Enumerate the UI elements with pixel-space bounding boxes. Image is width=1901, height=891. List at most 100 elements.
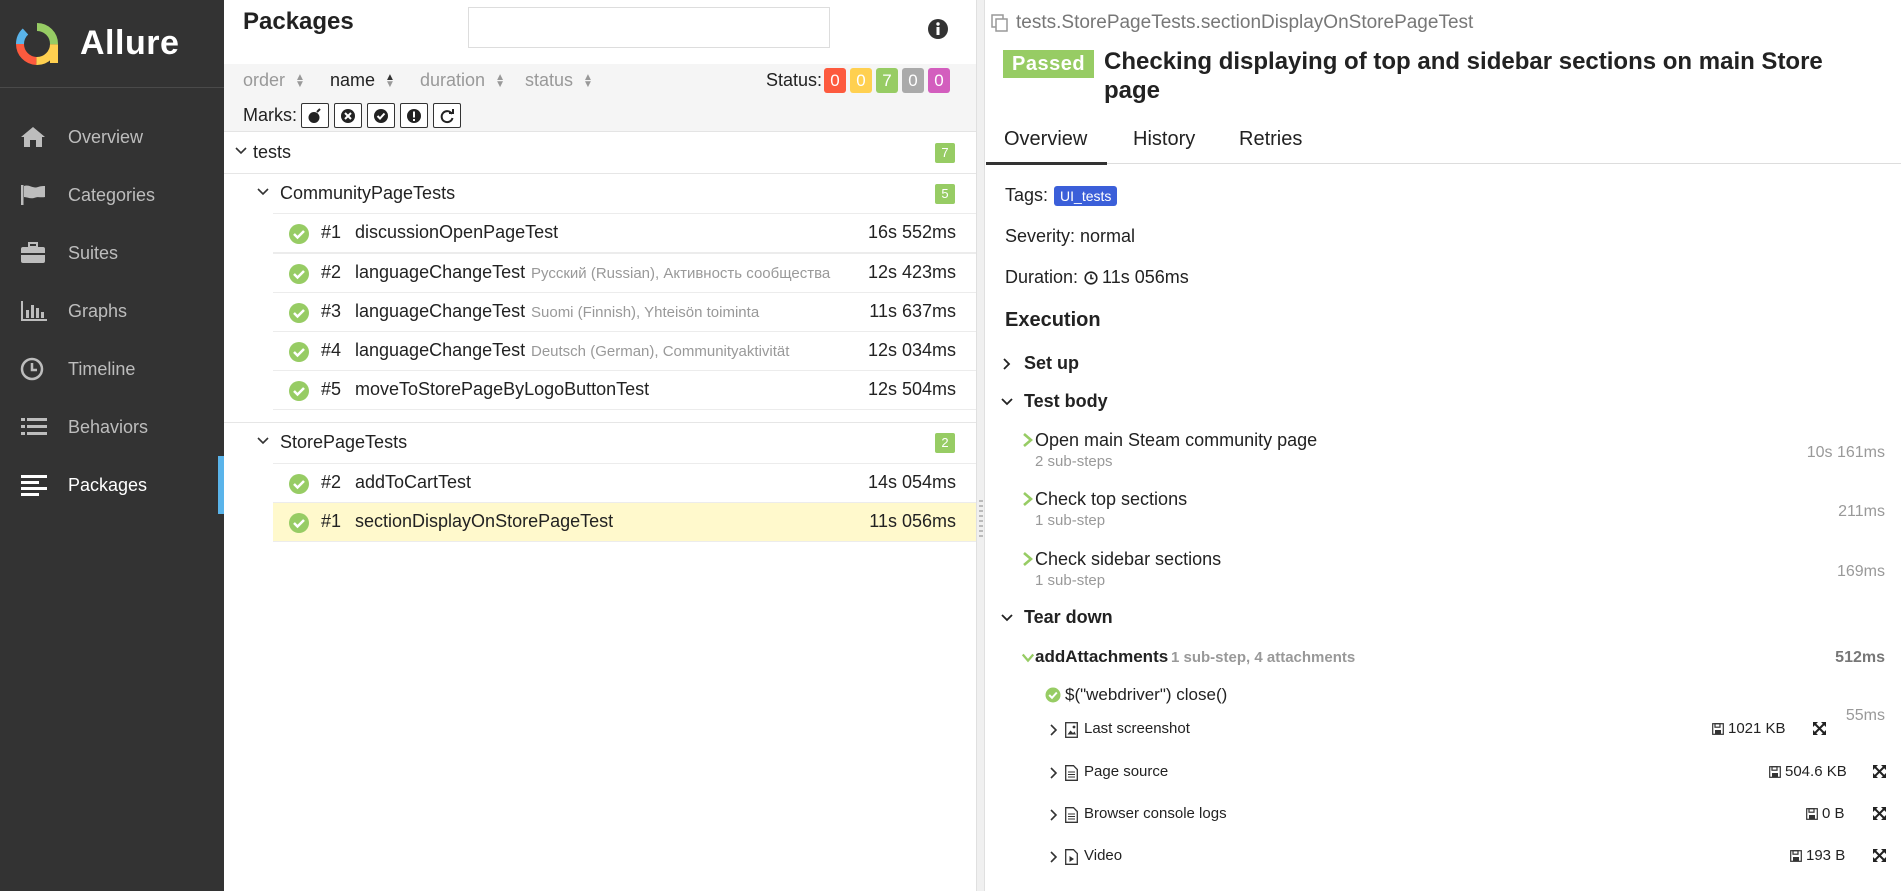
count-badge: 7: [935, 143, 955, 163]
testcase-panel: tests.StorePageTests.sectionDisplayOnSto…: [985, 0, 1901, 891]
attachment-size: 0 B: [1806, 805, 1845, 822]
test-name: languageChangeTest: [355, 301, 526, 321]
execution-title: Execution: [1005, 309, 1101, 331]
expand-icon[interactable]: [1872, 806, 1887, 821]
test-number: #2: [321, 472, 342, 492]
sidebar-item-label: Packages: [68, 474, 148, 495]
chevron-right-icon: [1050, 724, 1058, 736]
tree-group-tests[interactable]: tests 7: [224, 132, 976, 172]
status-passed-toggle[interactable]: 7: [876, 68, 898, 93]
attachment-size-text: 1021 KB: [1728, 720, 1786, 737]
clock-icon: [20, 356, 50, 382]
group-name: CommunityPageTests: [280, 183, 456, 203]
sidebar-item-overview[interactable]: Overview: [0, 108, 224, 166]
panel-splitter[interactable]: [976, 0, 985, 891]
attachment-row[interactable]: Browser console logs 0 B: [986, 801, 1901, 831]
tree-leaf[interactable]: #1 discussionOpenPageTest 16s 552ms: [273, 213, 976, 253]
test-number: #3: [321, 301, 342, 321]
floppy-disk-icon: [1769, 765, 1781, 778]
times-circle-icon: [341, 108, 355, 123]
attachment-row[interactable]: Page source 504.6 KB: [986, 759, 1901, 789]
tab-history[interactable]: History: [1133, 128, 1195, 151]
substep-item[interactable]: $("webdriver") close() 55ms: [1023, 685, 1885, 724]
tree-group-store[interactable]: StorePageTests 2: [224, 422, 976, 462]
tree-leaf[interactable]: #2 addToCartTest 14s 054ms: [273, 463, 976, 503]
sort-arrows-icon: ▲ ▼: [495, 71, 505, 90]
sidebar-item-categories[interactable]: Categories: [0, 166, 224, 224]
check-circle-icon: [1045, 687, 1061, 703]
mark-new-broken-button[interactable]: [400, 103, 428, 128]
sidebar-item-label: Behaviors: [68, 416, 149, 437]
step-item[interactable]: Check top sections 1 sub-step 211ms: [1023, 489, 1885, 533]
status-broken-toggle[interactable]: 0: [850, 68, 872, 93]
image-file-icon: [1065, 722, 1078, 738]
status-failed-toggle[interactable]: 0: [824, 68, 846, 93]
bomb-icon: [308, 107, 321, 123]
sort-status-button[interactable]: status ▲ ▼: [525, 70, 593, 91]
expand-icon[interactable]: [1872, 764, 1887, 779]
step-duration: 211ms: [1838, 503, 1885, 520]
sidebar-item-suites[interactable]: Suites: [0, 224, 224, 282]
tab-retries[interactable]: Retries: [1239, 128, 1302, 151]
marks-label: Marks:: [243, 105, 297, 125]
teardown-step[interactable]: addAttachments 1 sub-step, 4 attachments…: [1021, 647, 1885, 673]
setup-section[interactable]: Set up: [1000, 353, 1079, 374]
text-file-icon: [1065, 765, 1078, 781]
mark-new-passed-button[interactable]: [367, 103, 395, 128]
duration-row: Duration: 11s 056ms: [1005, 267, 1189, 288]
sidebar-item-timeline[interactable]: Timeline: [0, 340, 224, 398]
check-circle-icon: [289, 474, 309, 494]
section-label: Tear down: [1024, 607, 1113, 627]
expand-icon[interactable]: [1812, 721, 1827, 736]
sort-order-button[interactable]: order ▲ ▼: [243, 70, 305, 91]
copy-icon[interactable]: [990, 13, 1010, 33]
tree-leaf[interactable]: #4 languageChangeTest Deutsch (German), …: [273, 331, 976, 371]
test-body-section[interactable]: Test body: [1000, 391, 1108, 412]
sidebar-item-behaviors[interactable]: Behaviors: [0, 398, 224, 456]
test-number: #1: [321, 222, 342, 242]
chevron-right-icon: [1023, 552, 1033, 566]
tab-overview[interactable]: Overview: [985, 128, 1108, 165]
sidebar-item-graphs[interactable]: Graphs: [0, 282, 224, 340]
step-item[interactable]: Check sidebar sections 1 sub-step 169ms: [1023, 549, 1885, 593]
brand[interactable]: Allure: [0, 0, 224, 88]
mark-new-failed-button[interactable]: [334, 103, 362, 128]
check-circle-icon: [289, 264, 309, 284]
teardown-section[interactable]: Tear down: [1000, 607, 1113, 628]
check-circle-icon: [289, 381, 309, 401]
sort-name-button[interactable]: name ▲ ▼: [330, 70, 395, 91]
sidebar-item-packages[interactable]: Packages: [0, 456, 224, 514]
sort-label: status: [525, 70, 574, 90]
attachment-size: 193 B: [1790, 847, 1845, 864]
tree-leaf-selected[interactable]: #1 sectionDisplayOnStorePageTest 11s 056…: [273, 502, 976, 542]
step-item[interactable]: Open main Steam community page 2 sub-ste…: [1023, 430, 1885, 474]
tag-badge[interactable]: UI_tests: [1054, 185, 1118, 206]
search-input[interactable]: [468, 7, 830, 48]
mark-retries-button[interactable]: [433, 103, 461, 128]
mark-flaky-button[interactable]: [301, 103, 329, 128]
sort-bar: order ▲ ▼ name ▲ ▼ duration ▲ ▼ status ▲ ▼ S…: [224, 64, 976, 132]
count-badge: 2: [935, 433, 955, 453]
substep-name: $("webdriver") close(): [1065, 685, 1228, 704]
tree-group-community[interactable]: CommunityPageTests 5: [224, 173, 976, 213]
tree-leaf[interactable]: #5 moveToStorePageByLogoButtonTest 12s 5…: [273, 370, 976, 410]
status-unknown-toggle[interactable]: 0: [928, 68, 950, 93]
tree-leaf[interactable]: #2 languageChangeTest Русский (Russian),…: [273, 253, 976, 293]
brand-name: Allure: [80, 24, 180, 62]
status-skipped-toggle[interactable]: 0: [902, 68, 924, 93]
sort-label: duration: [420, 70, 486, 90]
test-name: addToCartTest: [355, 472, 472, 492]
tree-leaf[interactable]: #3 languageChangeTest Suomi (Finnish), Y…: [273, 292, 976, 332]
sort-arrows-icon: ▲ ▼: [385, 71, 395, 90]
chevron-down-icon: [235, 147, 247, 155]
sort-duration-button[interactable]: duration ▲ ▼: [420, 70, 505, 91]
attachment-row[interactable]: Video 193 B: [986, 843, 1901, 873]
expand-icon[interactable]: [1872, 848, 1887, 863]
sidebar-item-label: Graphs: [68, 300, 128, 321]
floppy-disk-icon: [1790, 849, 1802, 862]
info-icon[interactable]: [927, 18, 949, 40]
packages-panel: Packages order ▲ ▼ name ▲ ▼ duration ▲ ▼ st…: [224, 0, 976, 891]
test-params: Русский (Russian), Активность сообщества: [531, 265, 831, 282]
chevron-right-icon: [1023, 492, 1033, 506]
attachment-row[interactable]: Last screenshot 1021 KB: [986, 716, 1901, 746]
